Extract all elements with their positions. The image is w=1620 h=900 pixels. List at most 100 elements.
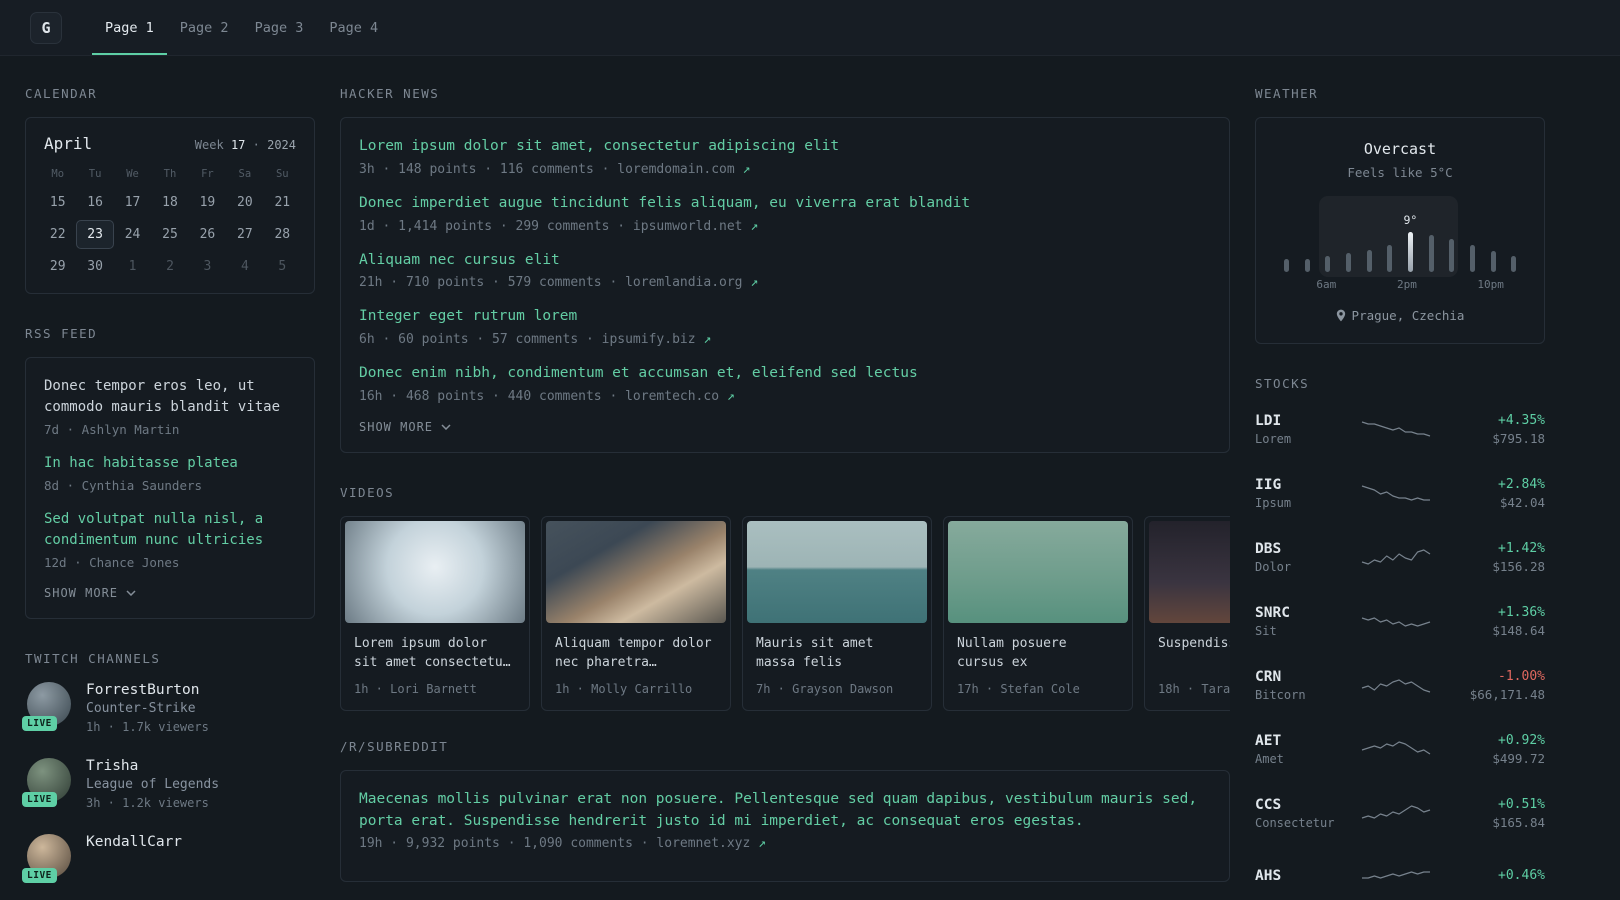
hacker-news-item-meta: 3h · 148 points · 116 comments · loremdo… [359,161,751,177]
calendar-day[interactable]: 28 [264,220,301,249]
chevron-down-icon [441,424,451,430]
calendar-day[interactable]: 1 [114,252,151,281]
calendar-day[interactable]: 2 [151,252,188,281]
twitch-channel[interactable]: LIVE Trisha League of Legends 3h · 1.2k vie… [22,758,315,810]
stock-row[interactable]: AHS +0.46% [1255,855,1545,899]
video-meta: 1h · Molly Carrillo [555,681,693,696]
calendar-widget-title: CALENDAR [25,86,98,101]
live-badge: LIVE [22,792,57,807]
calendar-day[interactable]: 30 [76,252,113,281]
calendar-day[interactable]: 25 [151,220,188,249]
stock-values: +1.42% $156.28 [1445,541,1545,574]
subreddit-item-title[interactable]: Maecenas mollis pulvinar erat non posuer… [359,789,1211,833]
video-body: Mauris sit amet massa felis 7h · Grayson … [747,623,927,706]
weather-location: Prague, Czechia [1270,308,1530,323]
rss-item-title[interactable]: Sed volutpat nulla nisl, a condimentum n… [44,509,296,551]
video-title[interactable]: Suspendisse diam [1158,634,1230,673]
rss-item-title[interactable]: Donec tempor eros leo, ut commodo mauris… [44,376,296,418]
calendar-day[interactable]: 17 [114,188,151,217]
sparkline-chart [1361,679,1431,693]
tab-page-2[interactable]: Page 2 [167,0,242,55]
stock-row[interactable]: SNRC Sit +1.36% $148.64 [1255,599,1545,643]
video-title[interactable]: Lorem ipsum dolor sit amet consectetu… [354,634,516,673]
stock-price: $156.28 [1492,558,1545,574]
weather-widget: WEATHER Overcast Feels like 5°C 9° 6am 2p… [1255,86,1545,344]
hacker-news-item-title[interactable]: Aliquam nec cursus elit [359,250,1211,272]
videos-widget-title: VIDEOS [340,484,395,500]
channel-name[interactable]: Trisha [86,758,219,774]
calendar-day[interactable]: 16 [76,188,113,217]
video-card[interactable]: Suspendisse diam 18h · Tara [1144,515,1230,711]
calendar-day[interactable]: 29 [39,252,76,281]
rss-item-title[interactable]: In hac habitasse platea [44,453,296,474]
stock-symbol: SNRC [1255,604,1290,621]
stock-sparkline [1347,800,1445,826]
calendar-day[interactable]: 27 [226,220,263,249]
weather-hour-label: 6am [1316,278,1337,291]
stock-price: $66,171.48 [1469,686,1545,702]
current-temp-label: 9° [1403,213,1418,227]
sparkline-chart [1361,485,1430,501]
weather-bar [1469,245,1475,272]
calendar-day[interactable]: 24 [114,220,151,249]
video-thumbnail [546,520,726,623]
channel-info: KendallCarr [86,834,182,854]
weather-bar-column [1421,235,1442,272]
channel-name[interactable]: ForrestBurton [86,682,209,698]
stock-change: +0.51% [1498,796,1545,812]
channel-game[interactable]: League of Legends [86,777,219,792]
video-card[interactable]: Lorem ipsum dolor sit amet consectetu… 1h… [340,515,530,711]
stock-symbol: AET [1255,732,1282,749]
weather-bar-column [1317,256,1338,272]
channel-info: ForrestBurton Counter-Strike 1h · 1.7k vie… [86,682,209,734]
stock-row[interactable]: AET Amet +0.92% $499.72 [1255,727,1545,771]
tab-page-1[interactable]: Page 1 [92,0,167,55]
channel-game[interactable]: Counter-Strike [86,701,209,716]
weather-hours: 6am 2pm 10pm [1276,278,1524,291]
calendar-day-header: We [126,168,139,180]
calendar-day-header: Su [275,168,289,180]
rss-show-more-button[interactable]: SHOW MORE [44,586,296,604]
tab-page-3[interactable]: Page 3 [242,0,317,55]
weather-feels-like: Feels like 5°C [1347,165,1453,180]
hacker-news-item-title[interactable]: Donec enim nibh, condimentum et accumsan… [359,363,1211,385]
calendar-day[interactable]: 26 [189,220,226,249]
calendar-day[interactable]: 3 [189,252,226,281]
twitch-list: LIVE ForrestBurton Counter-Strike 1h · 1.7k… [22,682,315,883]
calendar-day[interactable]: 5 [264,252,301,281]
weather-hour-label [1296,278,1316,291]
calendar-day[interactable]: 19 [189,188,226,217]
twitch-channel[interactable]: LIVE ForrestBurton Counter-Strike 1h · 1.7k… [22,682,315,734]
tab-page-4[interactable]: Page 4 [316,0,391,55]
video-card[interactable]: Nullam posuere cursus ex 17h · Stefan Col… [943,515,1133,711]
stock-row[interactable]: IIG Ipsum +2.84% $42.04 [1255,471,1545,515]
video-card[interactable]: Mauris sit amet massa felis 7h · Grayson … [742,515,932,711]
stock-sparkline [1347,544,1445,570]
hacker-news-item-title[interactable]: Lorem ipsum dolor sit amet, consectetur … [359,136,1211,158]
stock-values: +4.35% $795.18 [1445,413,1545,446]
stock-row[interactable]: LDI Lorem +4.35% $795.18 [1255,407,1545,451]
stock-row[interactable]: CRN Bitcorn -1.00% $66,171.48 [1255,663,1545,707]
location-pin-icon [1336,309,1345,322]
video-title[interactable]: Nullam posuere cursus ex [957,634,1119,673]
hacker-news-item-title[interactable]: Donec imperdiet augue tincidunt felis al… [359,193,1211,215]
video-title[interactable]: Aliquam tempor dolor nec pharetra… [555,634,717,673]
calendar-day[interactable]: 20 [226,188,263,217]
hacker-news-show-more-button[interactable]: SHOW MORE [359,420,1211,438]
channel-name[interactable]: KendallCarr [86,834,182,850]
weather-hour-label [1457,278,1477,291]
video-title[interactable]: Mauris sit amet massa felis [756,634,918,673]
calendar-day[interactable]: 23 [76,220,114,249]
hacker-news-item-title[interactable]: Integer eget rutrum lorem [359,306,1211,328]
videos-row: Lorem ipsum dolor sit amet consectetu… 1h… [340,515,1230,711]
video-card[interactable]: Aliquam tempor dolor nec pharetra… 1h · M… [541,515,731,711]
app-logo[interactable]: G [30,11,62,44]
calendar-day[interactable]: 22 [39,220,76,249]
calendar-day[interactable]: 18 [151,188,188,217]
stock-row[interactable]: CCS Consectetur +0.51% $165.84 [1255,791,1545,835]
calendar-day[interactable]: 4 [226,252,263,281]
calendar-day[interactable]: 15 [39,188,76,217]
twitch-channel[interactable]: LIVE KendallCarr [22,834,315,883]
calendar-day[interactable]: 21 [264,188,301,217]
stock-row[interactable]: DBS Dolor +1.42% $156.28 [1255,535,1545,579]
